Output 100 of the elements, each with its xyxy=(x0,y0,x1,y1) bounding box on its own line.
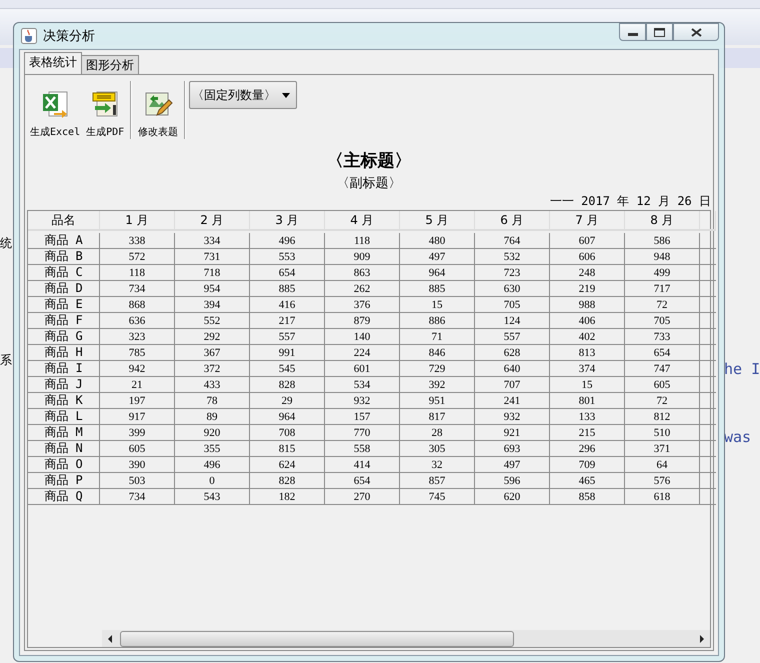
table-cell: 118 xyxy=(325,233,400,249)
table-cell: 商品 Q xyxy=(28,489,100,505)
table-cell: 817 xyxy=(400,409,475,425)
close-icon xyxy=(690,28,702,36)
table-cell: 219 xyxy=(550,281,625,297)
toolbar-button[interactable]: 生成PDF xyxy=(83,79,128,141)
column-header[interactable]: 1 月 xyxy=(100,211,175,231)
table-cell: 813 xyxy=(550,345,625,361)
table-cell: 商品 D xyxy=(28,281,100,297)
table-cell: 21 xyxy=(100,377,175,393)
table-cell: 917 xyxy=(100,409,175,425)
editor-text: he I xyxy=(724,360,760,378)
table-cell: 305 xyxy=(400,441,475,457)
table-cell: 390 xyxy=(100,457,175,473)
table-cell: 496 xyxy=(175,457,250,473)
table-cell: 932 xyxy=(325,393,400,409)
table-cell: 270 xyxy=(325,489,400,505)
table-cell: 734 xyxy=(100,281,175,297)
table-cell: 32 xyxy=(400,457,475,473)
column-header[interactable]: 3 月 xyxy=(250,211,325,231)
table-cell: 628 xyxy=(475,345,550,361)
table-cell: 140 xyxy=(325,329,400,345)
table-cell: 商品 E xyxy=(28,297,100,313)
table-cell: 371 xyxy=(625,441,700,457)
toolbar-button[interactable]: 修改表题 xyxy=(135,79,182,141)
table-cell: 693 xyxy=(475,441,550,457)
empty-column-header xyxy=(700,211,716,231)
table-cell: 商品 K xyxy=(28,393,100,409)
table-cell: 商品 J xyxy=(28,377,100,393)
table-cell: 503 xyxy=(100,473,175,489)
report-date: 一一 2017 年 12 月 26 日 xyxy=(550,194,711,208)
column-header[interactable]: 2 月 xyxy=(175,211,250,231)
table-cell: 707 xyxy=(475,377,550,393)
table-cell: 828 xyxy=(250,377,325,393)
horizontal-scrollbar[interactable] xyxy=(102,630,710,647)
table-cell: 717 xyxy=(625,281,700,297)
column-header[interactable]: 6 月 xyxy=(475,211,550,231)
table-cell: 248 xyxy=(550,265,625,281)
table-cell: 323 xyxy=(100,329,175,345)
table-cell: 商品 G xyxy=(28,329,100,345)
table-cell: 0 xyxy=(175,473,250,489)
minimize-button[interactable] xyxy=(619,23,646,41)
toolbar-button[interactable]: 生成Excel xyxy=(27,79,84,141)
column-header[interactable]: 4 月 xyxy=(325,211,400,231)
maximize-button[interactable] xyxy=(646,23,673,41)
dropdown-arrow-icon xyxy=(282,92,290,98)
table-cell: 557 xyxy=(250,329,325,345)
table-cell: 964 xyxy=(250,409,325,425)
table-cell: 89 xyxy=(175,409,250,425)
column-header[interactable]: 8 月 xyxy=(625,211,700,231)
scrollbar-thumb[interactable] xyxy=(120,631,514,647)
table-cell: 商品 C xyxy=(28,265,100,281)
table-cell: 885 xyxy=(250,281,325,297)
table-cell: 商品 B xyxy=(28,249,100,265)
table-cell: 241 xyxy=(475,393,550,409)
table-cell: 402 xyxy=(550,329,625,345)
table-cell: 733 xyxy=(625,329,700,345)
table-cell: 801 xyxy=(550,393,625,409)
table-cell: 78 xyxy=(175,393,250,409)
table-cell: 499 xyxy=(625,265,700,281)
column-header[interactable]: 品名 xyxy=(28,211,100,231)
table-cell: 414 xyxy=(325,457,400,473)
table-cell: 545 xyxy=(250,361,325,377)
table-cell: 商品 I xyxy=(28,361,100,377)
table-cell: 197 xyxy=(100,393,175,409)
tab[interactable]: 表格统计 xyxy=(24,52,82,74)
close-button[interactable] xyxy=(673,23,719,41)
table-cell: 182 xyxy=(250,489,325,505)
tab[interactable]: 图形分析 xyxy=(81,55,139,74)
table-cell: 886 xyxy=(400,313,475,329)
table-cell: 376 xyxy=(325,297,400,313)
table-cell: 124 xyxy=(475,313,550,329)
table-cell: 292 xyxy=(175,329,250,345)
table-cell: 557 xyxy=(475,329,550,345)
table-cell: 433 xyxy=(175,377,250,393)
table-cell: 334 xyxy=(175,233,250,249)
table-cell: 510 xyxy=(625,425,700,441)
table-cell: 商品 N xyxy=(28,441,100,457)
table-cell: 576 xyxy=(625,473,700,489)
table-cell: 394 xyxy=(175,297,250,313)
java-cup-icon xyxy=(21,28,37,44)
table-cell: 920 xyxy=(175,425,250,441)
column-header[interactable]: 7 月 xyxy=(550,211,625,231)
table-cell: 618 xyxy=(625,489,700,505)
table-cell: 734 xyxy=(100,489,175,505)
table-cell: 133 xyxy=(550,409,625,425)
table-cell: 553 xyxy=(250,249,325,265)
table-cell: 480 xyxy=(400,233,475,249)
table-cell: 572 xyxy=(100,249,175,265)
column-header[interactable]: 5 月 xyxy=(400,211,475,231)
table-cell: 620 xyxy=(475,489,550,505)
column-count-dropdown[interactable]: 〈固定列数量〉 xyxy=(189,81,298,109)
table-cell: 723 xyxy=(475,265,550,281)
table-cell: 815 xyxy=(250,441,325,457)
table-cell: 338 xyxy=(100,233,175,249)
table-cell: 606 xyxy=(550,249,625,265)
table-cell: 355 xyxy=(175,441,250,457)
table-cell: 605 xyxy=(625,377,700,393)
window-title: 决策分析 xyxy=(43,28,96,45)
table-cell: 745 xyxy=(400,489,475,505)
